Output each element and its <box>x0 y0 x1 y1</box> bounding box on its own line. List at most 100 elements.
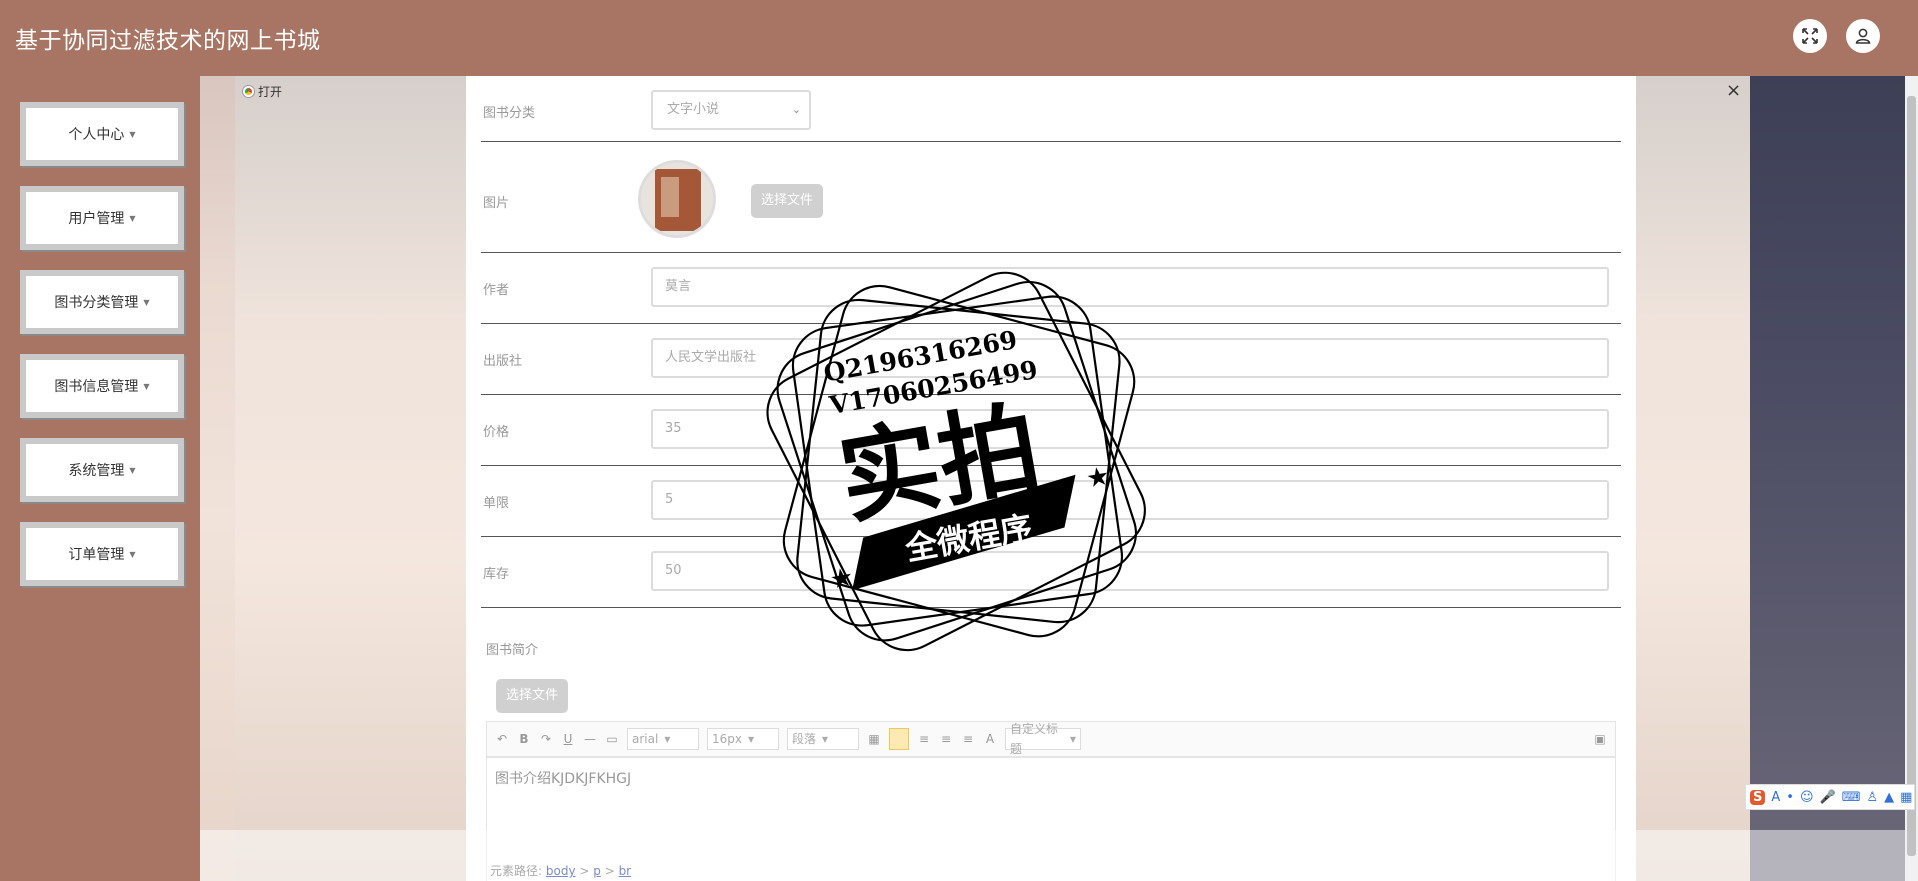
ime-punct-icon[interactable]: • <box>1786 790 1794 805</box>
sidebar-item-book-management[interactable]: 图书信息管理 ▼ <box>20 354 184 418</box>
ime-grid-icon[interactable]: ▦ <box>1900 790 1912 805</box>
stock-label: 库存 <box>483 567 510 582</box>
sidebar-item-label: 用户管理 <box>68 211 125 227</box>
sidebar-item-label: 个人中心 <box>68 127 125 143</box>
undo-icon[interactable]: ↶ <box>495 732 509 746</box>
scrollbar-thumb[interactable] <box>1907 96 1916 856</box>
author-input[interactable]: 莫言 <box>651 267 1609 307</box>
limit-input[interactable]: 5 <box>651 480 1609 520</box>
category-select[interactable]: 文字小说 ⌄ <box>651 90 811 130</box>
editor-content-text: 图书介绍KJDKJFKHGJ <box>495 771 632 787</box>
sidebar-item-user-management[interactable]: 用户管理 ▼ <box>20 186 184 250</box>
sidebar: 个人中心 ▼ 用户管理 ▼ 图书分类管理 ▼ 图书信息管理 ▼ 系统管理 ▼ 订单管理 ▼ <box>0 76 200 881</box>
publisher-input[interactable]: 人民文学出版社 <box>651 338 1609 378</box>
top-header: 基于协同过滤技术的网上书城 <box>0 0 1918 76</box>
publisher-label: 出版社 <box>483 354 523 369</box>
caret-down-icon: ▼ <box>143 381 150 391</box>
form-row-stock: 库存 50 <box>481 537 1621 608</box>
dialog-tab[interactable]: 打开 <box>243 83 282 100</box>
ime-emoji-icon[interactable]: ☺ <box>1800 790 1814 805</box>
price-label: 价格 <box>483 425 510 440</box>
font-family-select[interactable]: arial ▾ <box>627 728 699 750</box>
caret-down-icon: ▾ <box>664 732 671 746</box>
fullscreen-icon <box>1802 28 1818 44</box>
paste-icon[interactable]: ▭ <box>605 732 619 746</box>
ime-keyboard-icon[interactable]: ⌨ <box>1842 790 1861 805</box>
align-center-icon[interactable]: ≡ <box>939 732 953 746</box>
ime-toolbar: S A • ☺ 🎤 ⌨ ♙ ▲ ▦ <box>1745 784 1915 810</box>
caret-down-icon: ▼ <box>129 213 136 223</box>
editor-toolbar: ↶ B ↷ U — ▭ arial ▾ 16px ▾ 段落 ▾ ▦ ≡ ≡ ≡ A 自… <box>486 721 1616 757</box>
element-path-bar: 元素路径: body > p > br <box>490 864 632 878</box>
paragraph-select[interactable]: 段落 ▾ <box>787 728 859 750</box>
path-p-link[interactable]: p <box>593 864 601 878</box>
dialog-tab-label: 打开 <box>258 85 283 99</box>
font-color-icon[interactable]: A <box>983 732 997 746</box>
sidebar-item-personal-center[interactable]: 个人中心 ▼ <box>20 102 184 166</box>
caret-down-icon: ▾ <box>1069 732 1076 746</box>
background-dark-panel <box>1750 76 1905 881</box>
bold-icon[interactable]: B <box>517 732 531 746</box>
custom-title-select[interactable]: 自定义标题 ▾ <box>1005 722 1081 756</box>
price-input[interactable]: 35 <box>651 409 1609 449</box>
underline-icon[interactable]: U <box>561 732 575 746</box>
form-row-publisher: 出版社 人民文学出版社 <box>481 324 1621 395</box>
font-family-value: arial <box>632 732 659 746</box>
sidebar-item-system-management[interactable]: 系统管理 ▼ <box>20 438 184 502</box>
form-row-category: 图书分类 文字小说 ⌄ <box>481 76 1621 142</box>
sidebar-item-label: 系统管理 <box>68 463 125 479</box>
sidebar-item-order-management[interactable]: 订单管理 ▼ <box>20 522 184 586</box>
align-right-icon[interactable]: ≡ <box>917 732 931 746</box>
caret-down-icon: ▼ <box>129 465 136 475</box>
category-select-value: 文字小说 <box>667 102 720 117</box>
browser-icon <box>243 86 254 97</box>
font-size-value: 16px <box>712 732 742 746</box>
caret-down-icon: ▼ <box>129 549 136 559</box>
choose-intro-file-button[interactable]: 选择文件 <box>496 679 569 713</box>
caret-down-icon: ▾ <box>822 732 829 746</box>
element-path-label: 元素路径: <box>490 864 543 878</box>
app-title: 基于协同过滤技术的网上书城 <box>15 28 321 54</box>
form-row-author: 作者 莫言 <box>481 253 1621 324</box>
paragraph-value: 段落 <box>792 732 817 746</box>
limit-label: 单限 <box>483 496 510 511</box>
ime-logo-icon[interactable]: S <box>1750 789 1766 805</box>
horizontal-rule-icon[interactable]: — <box>583 732 597 746</box>
fullscreen-editor-icon[interactable]: ▣ <box>1593 732 1607 746</box>
path-body-link[interactable]: body <box>546 864 576 878</box>
path-br-link[interactable]: br <box>619 864 632 878</box>
ime-mic-icon[interactable]: 🎤 <box>1820 790 1836 805</box>
form-row-limit: 单限 5 <box>481 466 1621 537</box>
bottom-overlay <box>200 830 1905 881</box>
font-size-select[interactable]: 16px ▾ <box>707 728 779 750</box>
user-icon <box>1855 28 1871 44</box>
fullscreen-button[interactable] <box>1793 19 1827 53</box>
close-icon[interactable]: × <box>1726 80 1741 101</box>
intro-label: 图书简介 <box>486 643 539 658</box>
book-cover-image <box>655 169 701 231</box>
align-left-icon[interactable] <box>889 728 909 750</box>
ime-user-icon[interactable]: ♙ <box>1866 790 1878 805</box>
author-label: 作者 <box>483 283 510 298</box>
caret-down-icon: ▼ <box>129 129 136 139</box>
user-button[interactable] <box>1846 19 1880 53</box>
category-label: 图书分类 <box>483 106 536 121</box>
edit-form-panel: 图书分类 文字小说 ⌄ 图片 选择文件 作者 莫言 出版社 人民文学出版社 价格… <box>466 76 1636 881</box>
align-justify-icon[interactable]: ≡ <box>961 732 975 746</box>
sidebar-item-label: 订单管理 <box>68 547 125 563</box>
redo-icon[interactable]: ↷ <box>539 732 553 746</box>
choose-image-button[interactable]: 选择文件 <box>751 184 824 218</box>
sidebar-item-label: 图书信息管理 <box>54 379 139 395</box>
ime-text-icon[interactable]: A <box>1771 790 1780 805</box>
table-icon[interactable]: ▦ <box>867 732 881 746</box>
page: 基于协同过滤技术的网上书城 个人中心 ▼ 用户管理 ▼ 图书分类管理 ▼ 图书信息管理… <box>0 0 1918 881</box>
caret-down-icon: ▼ <box>143 297 150 307</box>
ime-skin-icon[interactable]: ▲ <box>1884 790 1894 805</box>
caret-down-icon: ▾ <box>748 732 755 746</box>
book-cover-thumbnail <box>638 160 716 238</box>
sidebar-item-label: 图书分类管理 <box>54 295 139 311</box>
form-row-price: 价格 35 <box>481 395 1621 466</box>
stock-input[interactable]: 50 <box>651 551 1609 591</box>
chevron-down-icon: ⌄ <box>791 103 801 116</box>
sidebar-item-category-management[interactable]: 图书分类管理 ▼ <box>20 270 184 334</box>
